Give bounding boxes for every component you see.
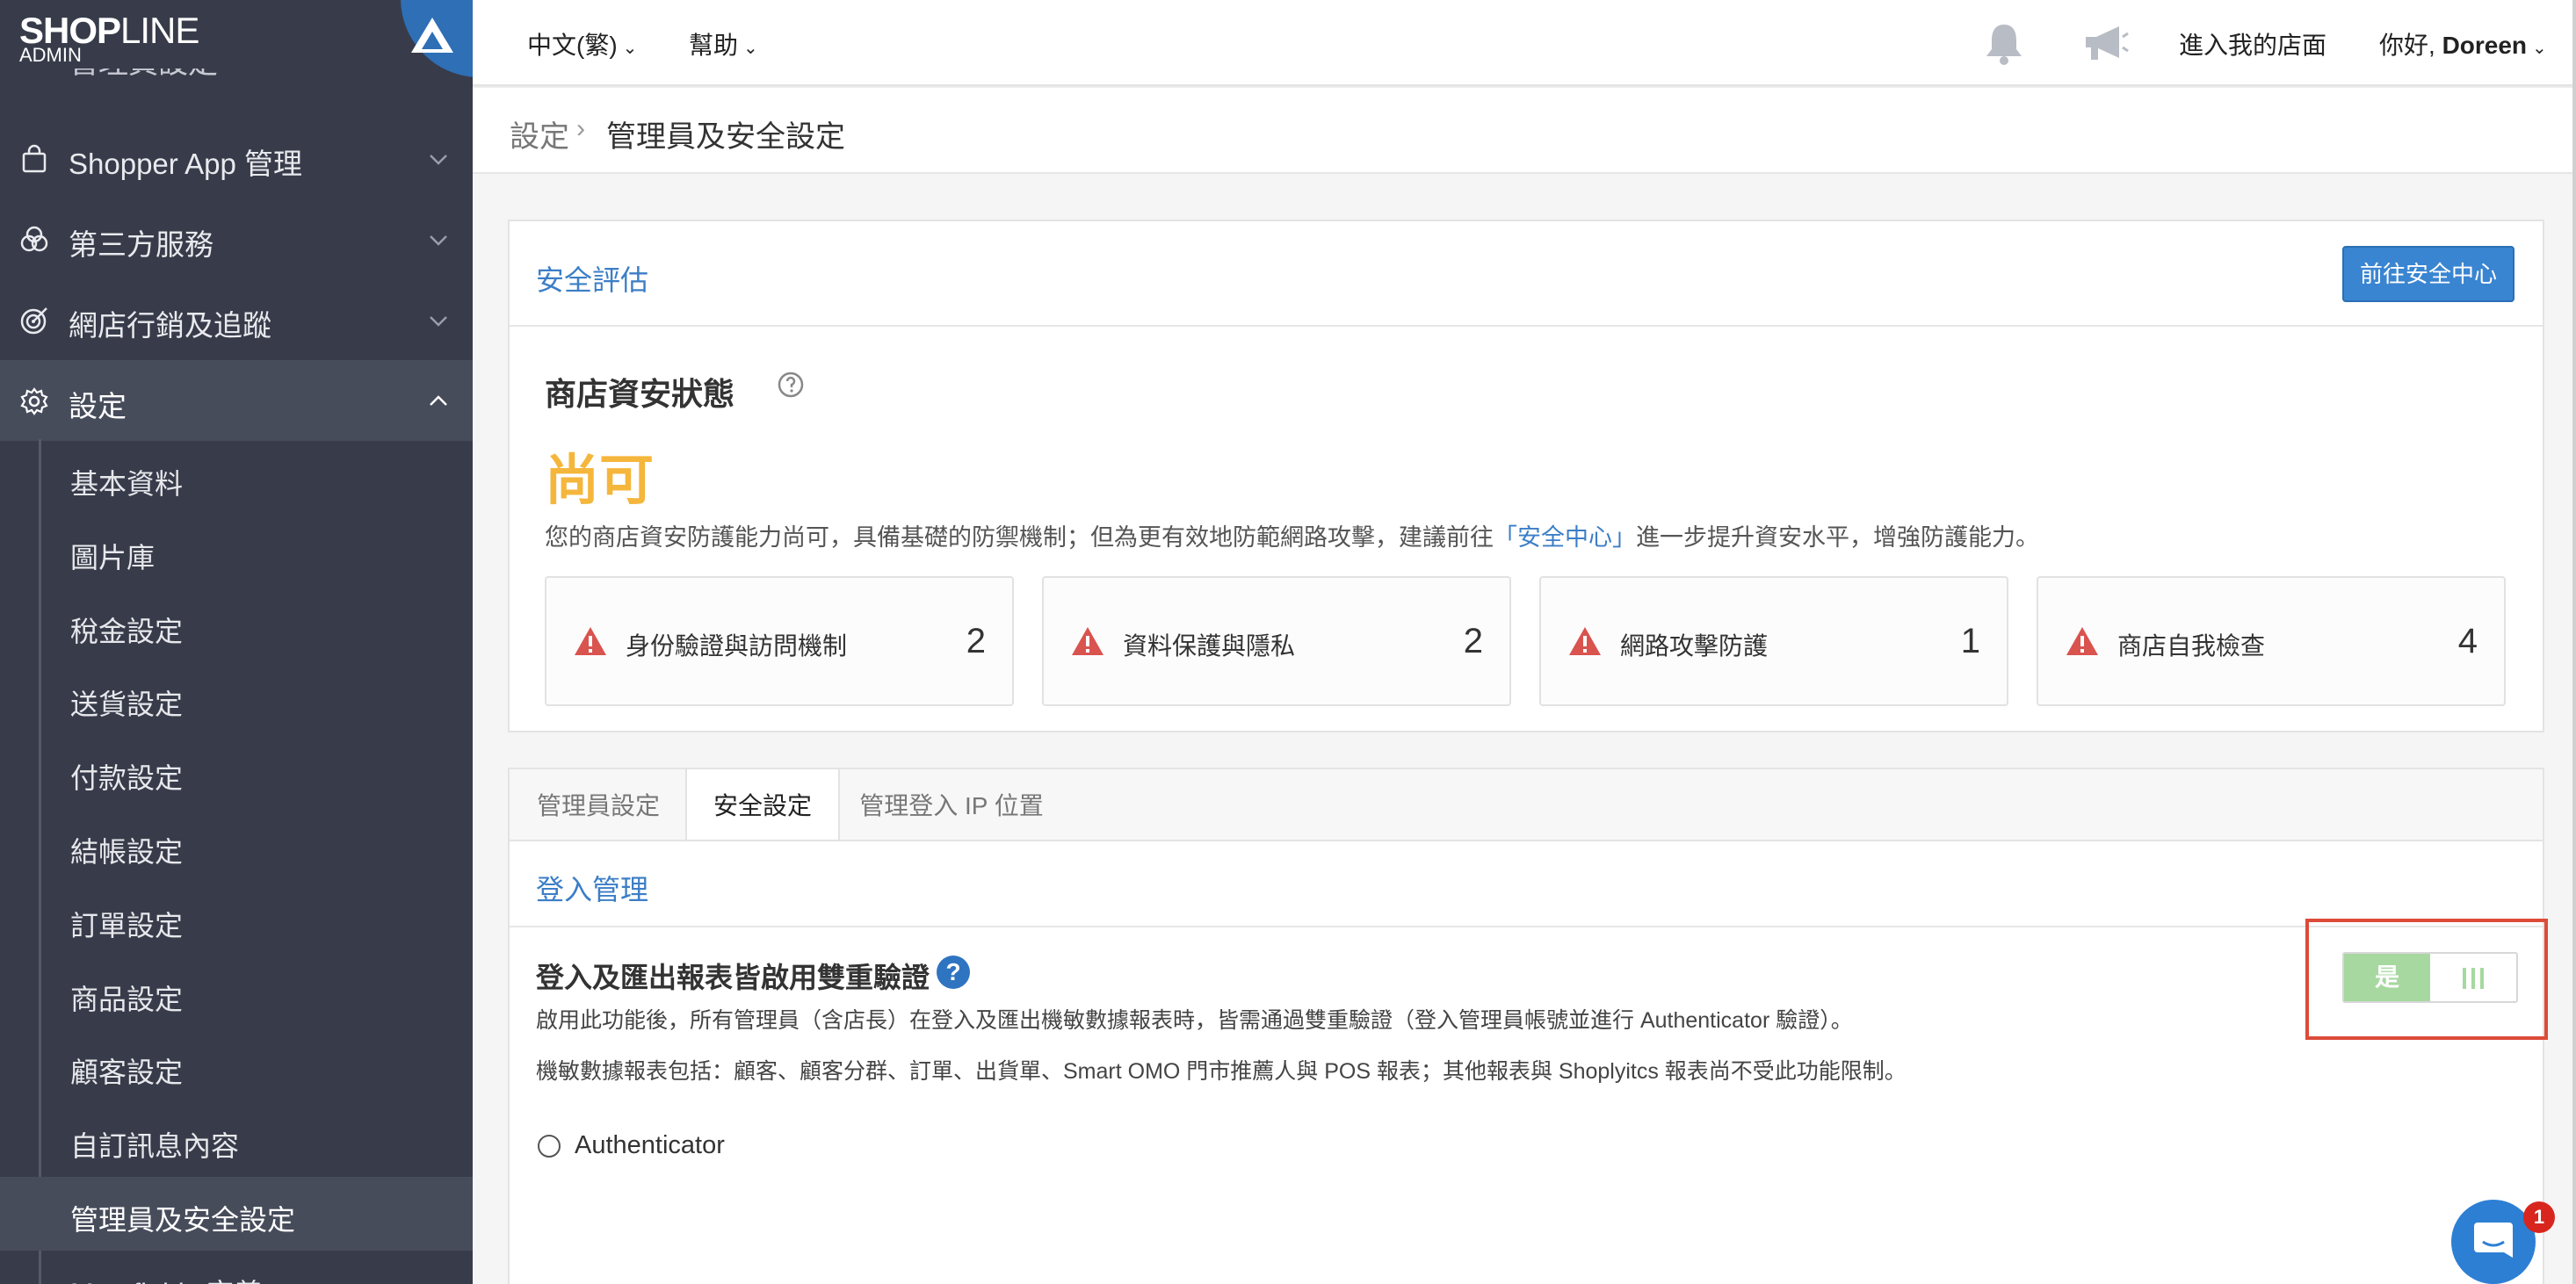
chevron-down-icon: [430, 155, 447, 165]
breadcrumb: 設定 › 管理員及安全設定: [473, 88, 2576, 174]
sidebar-sub-item[interactable]: 訂單設定: [0, 883, 473, 956]
sidebar-sub-item[interactable]: 自訂訊息內容: [0, 1103, 473, 1177]
panel-title: 安全評估: [536, 264, 649, 296]
warning-icon: [1569, 627, 1601, 655]
security-card[interactable]: 網路攻擊防護 1: [1539, 576, 2008, 706]
tab-security-settings[interactable]: 安全設定: [685, 769, 840, 845]
language-dropdown[interactable]: 中文(繁) ⌄: [527, 26, 637, 61]
security-assessment-panel: 安全評估 前往安全中心 商店資安狀態 尚可 您的商店資安防護能力尚可，具備基礎的…: [508, 220, 2544, 732]
sidebar: SHOPLINE ADMIN 管理員設定 Shopper App 管理 第三方服…: [0, 0, 473, 1284]
chevron-down-icon: ⌄: [622, 39, 638, 58]
setting-description-reports: 機敏數據報表包括：顧客、顧客分群、訂單、出貨單、Smart OMO 門市推薦人與…: [536, 1059, 1907, 1084]
sidebar-item-settings[interactable]: 設定: [0, 360, 473, 441]
status-heading: 商店資安狀態: [545, 376, 735, 412]
chevron-down-icon: ⌄: [2532, 39, 2547, 58]
security-center-link[interactable]: 「安全中心」: [1494, 524, 1636, 551]
sidebar-item-third-party[interactable]: 第三方服務: [0, 198, 473, 279]
chat-icon: [2474, 1223, 2513, 1258]
section-title: 登入管理: [536, 874, 649, 905]
section-divider: [510, 926, 2543, 927]
chat-launcher[interactable]: [2451, 1200, 2536, 1284]
security-card[interactable]: 商店自我檢查 4: [2037, 576, 2506, 706]
sidebar-sub-item[interactable]: 基本資料: [0, 441, 473, 515]
panel-header: 安全評估 前往安全中心: [510, 221, 2543, 327]
two-factor-toggle[interactable]: 是: [2342, 952, 2518, 1003]
warning-icon: [1072, 627, 1103, 655]
chevron-up-icon: [430, 395, 447, 406]
breadcrumb-root-link[interactable]: 設定: [510, 112, 569, 155]
help-dropdown[interactable]: 幫助 ⌄: [689, 26, 758, 61]
sidebar-sub-item-current[interactable]: 管理員及安全設定: [0, 1177, 473, 1251]
megaphone-icon[interactable]: [2080, 21, 2130, 67]
authenticator-label: Authenticator: [575, 1131, 725, 1159]
tab-login-ip[interactable]: 管理登入 IP 位置: [842, 769, 1061, 843]
question-circle-icon[interactable]: [777, 371, 805, 399]
toggle-on-label: 是: [2344, 954, 2430, 1001]
sidebar-sub-item[interactable]: 商品設定: [0, 956, 473, 1030]
sidebar-sub-item[interactable]: 稅金設定: [0, 588, 473, 662]
gear-icon: [20, 387, 48, 415]
target-icon: [20, 307, 47, 335]
brand-header[interactable]: SHOPLINE ADMIN: [0, 0, 473, 77]
tab-admin-settings[interactable]: 管理員設定: [510, 769, 687, 843]
two-factor-setting-title: 登入及匯出報表皆啟用雙重驗證: [536, 962, 930, 993]
bag-icon: [22, 144, 47, 173]
circles-icon: [20, 226, 48, 252]
sidebar-sub-item[interactable]: 送貨設定: [0, 661, 473, 735]
sidebar-sub-item[interactable]: 圖片庫: [0, 515, 473, 588]
chat-unread-badge: 1: [2523, 1201, 2555, 1233]
grip-icon: [2463, 968, 2484, 989]
window-edge: [2572, 0, 2576, 1284]
sidebar-sub-item[interactable]: 付款設定: [0, 735, 473, 809]
warning-icon: [2066, 627, 2098, 655]
status-description: 您的商店資安防護能力尚可，具備基礎的防禦機制；但為更有效地防範網路攻擊，建議前往…: [545, 524, 2039, 551]
sidebar-sub-item[interactable]: 顧客設定: [0, 1029, 473, 1103]
breadcrumb-current: 管理員及安全設定: [606, 120, 845, 154]
authenticator-radio[interactable]: [538, 1135, 561, 1158]
sidebar-sub-item[interactable]: Metafields 定義: [0, 1251, 473, 1284]
enter-store-link[interactable]: 進入我的店面: [2179, 26, 2326, 61]
breadcrumb-separator: ›: [576, 114, 585, 143]
brand-mark-icon: [401, 0, 473, 77]
settings-tabs: 管理員設定 安全設定 管理登入 IP 位置: [508, 768, 2544, 845]
chevron-down-icon: [430, 235, 447, 246]
brand-sub: ADMIN: [19, 44, 82, 66]
top-header: 中文(繁) ⌄ 幫助 ⌄ 進入我的店面 你好, Doreen ⌄: [473, 0, 2576, 86]
sidebar-item-marketing[interactable]: 網店行銷及追蹤: [0, 279, 473, 360]
chevron-down-icon: [430, 316, 447, 327]
security-card[interactable]: 身份驗證與訪問機制 2: [545, 576, 1014, 706]
status-level: 尚可: [545, 451, 655, 511]
chevron-down-icon: ⌄: [743, 39, 758, 58]
setting-description: 啟用此功能後，所有管理員（含店長）在登入及匯出機敏數據報表時，皆需通過雙重驗證（…: [536, 1008, 1853, 1033]
user-menu[interactable]: 你好, Doreen ⌄: [2379, 26, 2547, 61]
security-card[interactable]: 資料保護與隱私 2: [1042, 576, 1511, 706]
go-security-center-button[interactable]: 前往安全中心: [2342, 246, 2514, 302]
sidebar-sub-item[interactable]: 結帳設定: [0, 809, 473, 883]
login-management-panel: 登入管理 登入及匯出報表皆啟用雙重驗證 ? 啟用此功能後，所有管理員（含店長）在…: [508, 840, 2544, 1284]
warning-icon: [575, 627, 606, 655]
sidebar-item-shopper-app[interactable]: Shopper App 管理: [0, 118, 473, 198]
help-icon[interactable]: ?: [937, 956, 970, 989]
bell-icon[interactable]: [1982, 21, 2026, 67]
